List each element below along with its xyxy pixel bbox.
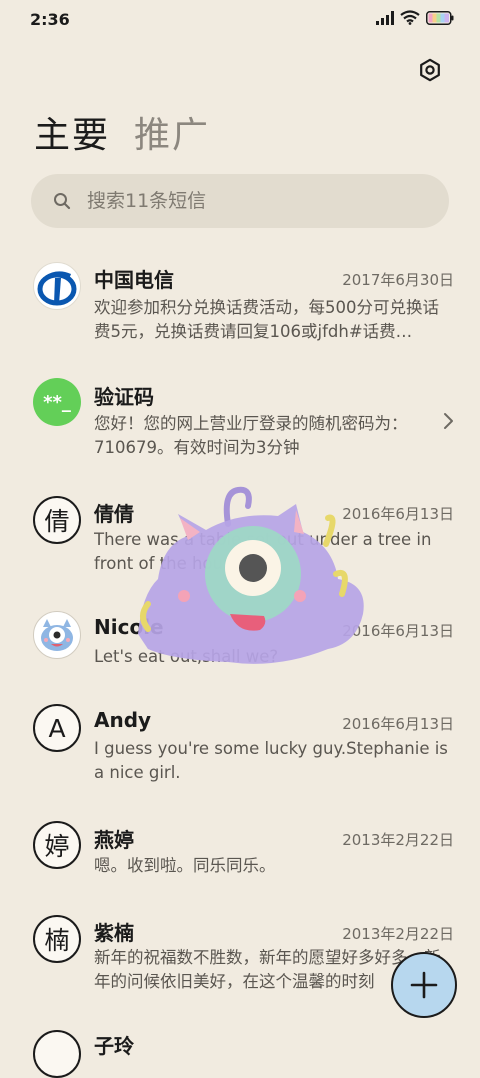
plus-icon [410,971,438,999]
battery-icon [426,10,454,25]
message-sender: 燕婷 [94,828,134,852]
contact-avatar: A [33,704,81,752]
tab-promotions[interactable]: 推广 [134,106,210,158]
message-preview: I guess you're some lucky guy.Stephanie … [94,739,448,782]
message-item[interactable]: 中国电信 2017年6月30日 欢迎参加积分兑换话费活动，每500分可兑换话费5… [0,240,480,356]
message-item[interactable]: 倩 倩倩 2016年6月13日 There was a table set ou… [0,472,480,589]
telecom-logo-avatar [33,262,81,310]
status-icons [376,10,454,25]
message-item[interactable]: 子玲 [0,1010,480,1078]
settings-icon [420,58,440,82]
status-time: 2:36 [30,10,70,29]
settings-button[interactable] [414,54,446,86]
contact-avatar: 婷 [33,821,81,869]
message-sender: Andy [94,708,152,732]
message-date: 2017年6月30日 [342,271,454,289]
status-bar: 2:36 [0,0,480,40]
message-item[interactable]: **_ 验证码 您好！您的网上营业厅登录的随机密码为：710679。有效时间为3… [0,356,480,472]
search-input[interactable] [85,189,429,213]
message-date: 2013年2月22日 [342,925,454,943]
message-date: 2016年6月13日 [342,715,454,733]
message-date: 2016年6月13日 [342,622,454,640]
message-sender: 验证码 [94,385,154,409]
message-item[interactable]: Nicole 2016年6月13日 Let's eat out,shall we… [0,589,480,683]
message-date: 2013年2月22日 [342,831,454,849]
wifi-icon [400,10,420,25]
message-sender: 中国电信 [94,268,174,292]
cartoon-avatar [33,611,81,659]
search-bar[interactable] [31,174,449,228]
contact-avatar: 倩 [33,496,81,544]
message-preview: Let's eat out,shall we? [94,647,279,666]
telecom-logo-icon [37,271,77,306]
message-sender: 紫楠 [94,921,134,945]
message-preview: There was a table set out under a tree i… [94,530,432,573]
message-item[interactable]: 婷 燕婷 2013年2月22日 嗯。收到啦。同乐同乐。 [0,799,480,893]
message-preview: 嗯。收到啦。同乐同乐。 [94,856,276,875]
tab-primary[interactable]: 主要 [34,106,110,158]
message-preview: 您好！您的网上营业厅登录的随机密码为：710679。有效时间为3分钟 [94,414,408,457]
message-date: 2016年6月13日 [342,505,454,523]
message-sender: 倩倩 [94,502,134,526]
tab-bar: 主要 推广 [34,106,210,158]
message-sender: Nicole [94,615,164,639]
search-icon [51,190,73,212]
verification-code-avatar: **_ [33,378,81,426]
message-sender: 子玲 [94,1034,134,1058]
chevron-right-icon[interactable] [442,411,456,431]
message-item[interactable]: A Andy 2016年6月13日 I guess you're some lu… [0,683,480,799]
monster-avatar-icon [41,619,73,651]
new-message-button[interactable] [391,952,457,1018]
signal-icon [376,10,394,25]
contact-avatar: 楠 [33,915,81,963]
contact-avatar [33,1030,81,1078]
message-preview: 欢迎参加积分兑换话费活动，每500分可兑换话费5元，兑换话费请回复106或jfd… [94,298,439,341]
